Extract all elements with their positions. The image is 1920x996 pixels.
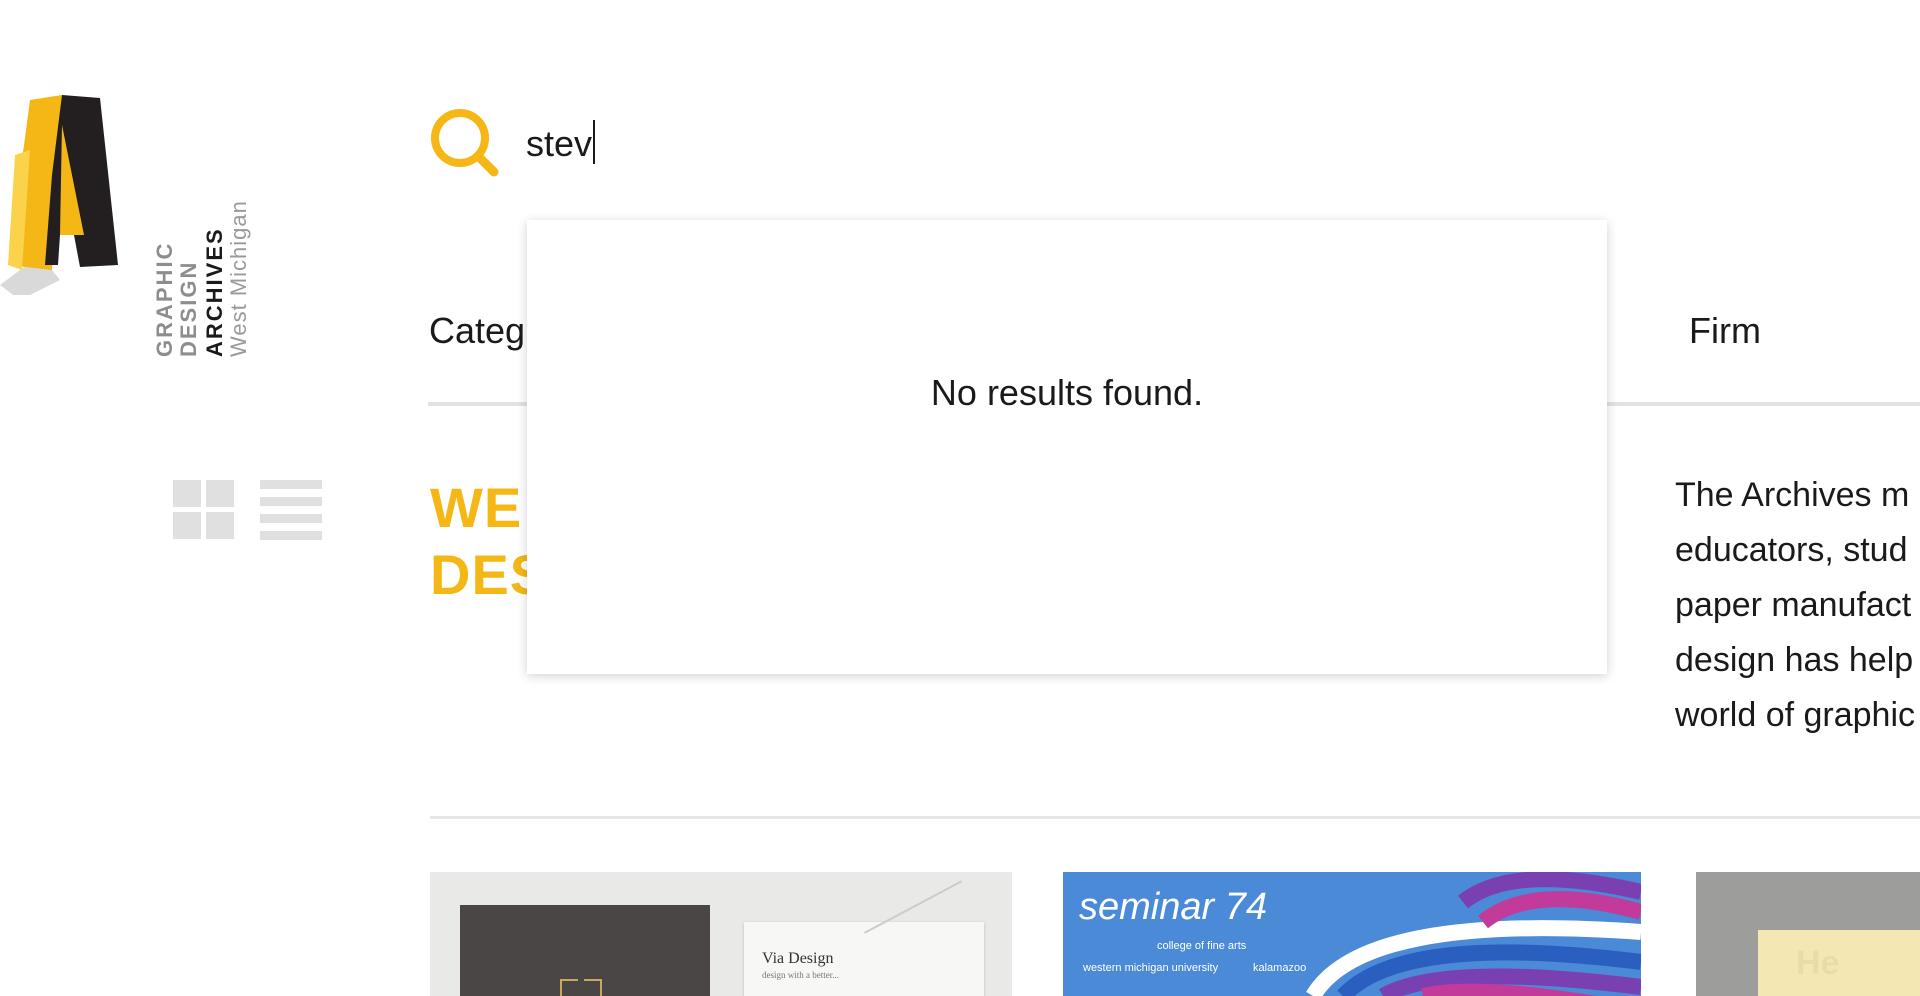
text-caret	[593, 120, 595, 164]
booklet-subtitle: design with a better...	[762, 970, 839, 980]
intro-line: educators, stud	[1675, 531, 1908, 569]
logo-line-design: DESIGN	[176, 260, 201, 357]
paper-sample: He	[1758, 930, 1920, 996]
logo-wordmark: GRAPHIC DESIGN ARCHIVES West Michigan	[148, 200, 272, 357]
nav-firm[interactable]: Firm	[1689, 310, 1761, 352]
poster-subtitle: college of fine arts	[1157, 940, 1247, 952]
poster-title: seminar 74	[1079, 886, 1267, 928]
grid-view-icon[interactable]	[173, 480, 235, 540]
archive-thumbnail[interactable]: He	[1696, 872, 1920, 996]
bracket-mark	[584, 979, 602, 996]
archive-thumbnail[interactable]: seminar 74 college of fine arts western …	[1063, 872, 1641, 996]
logo-line-graphic: GRAPHIC	[152, 241, 177, 357]
logo-line-location: West Michigan	[226, 200, 251, 357]
search-input[interactable]	[526, 116, 1026, 172]
booklet-line	[864, 880, 963, 934]
site-logo[interactable]: GRAPHIC DESIGN ARCHIVES West Michigan	[0, 95, 270, 357]
booklet-title: Via Design	[762, 950, 834, 967]
poster-footer-left: western michigan university	[1083, 962, 1219, 974]
search-results-dropdown: No results found.	[527, 220, 1607, 674]
poster-footer-right: kalamazoo	[1253, 962, 1307, 974]
intro-line: world of graphic	[1675, 696, 1916, 734]
paper-sample-text: He	[1796, 944, 1840, 982]
intro-line: paper manufact	[1675, 586, 1912, 624]
section-divider	[430, 816, 1920, 819]
intro-line: The Archives m	[1675, 476, 1910, 514]
list-view-icon[interactable]	[260, 480, 322, 540]
logo-mark-icon	[0, 95, 118, 300]
intro-line: design has help	[1675, 641, 1914, 679]
bracket-mark	[560, 979, 578, 996]
no-results-message: No results found.	[930, 372, 1204, 413]
hero-title-line1: WE	[430, 476, 523, 539]
archive-thumbnail[interactable]: Via Design design with a better...	[430, 872, 1012, 996]
logo-line-archives: ARCHIVES	[202, 227, 227, 357]
booklet-cover	[460, 905, 710, 996]
search-icon[interactable]	[428, 106, 500, 178]
booklet-page: Via Design design with a better...	[744, 880, 984, 996]
nav-category[interactable]: Categ	[429, 310, 525, 352]
